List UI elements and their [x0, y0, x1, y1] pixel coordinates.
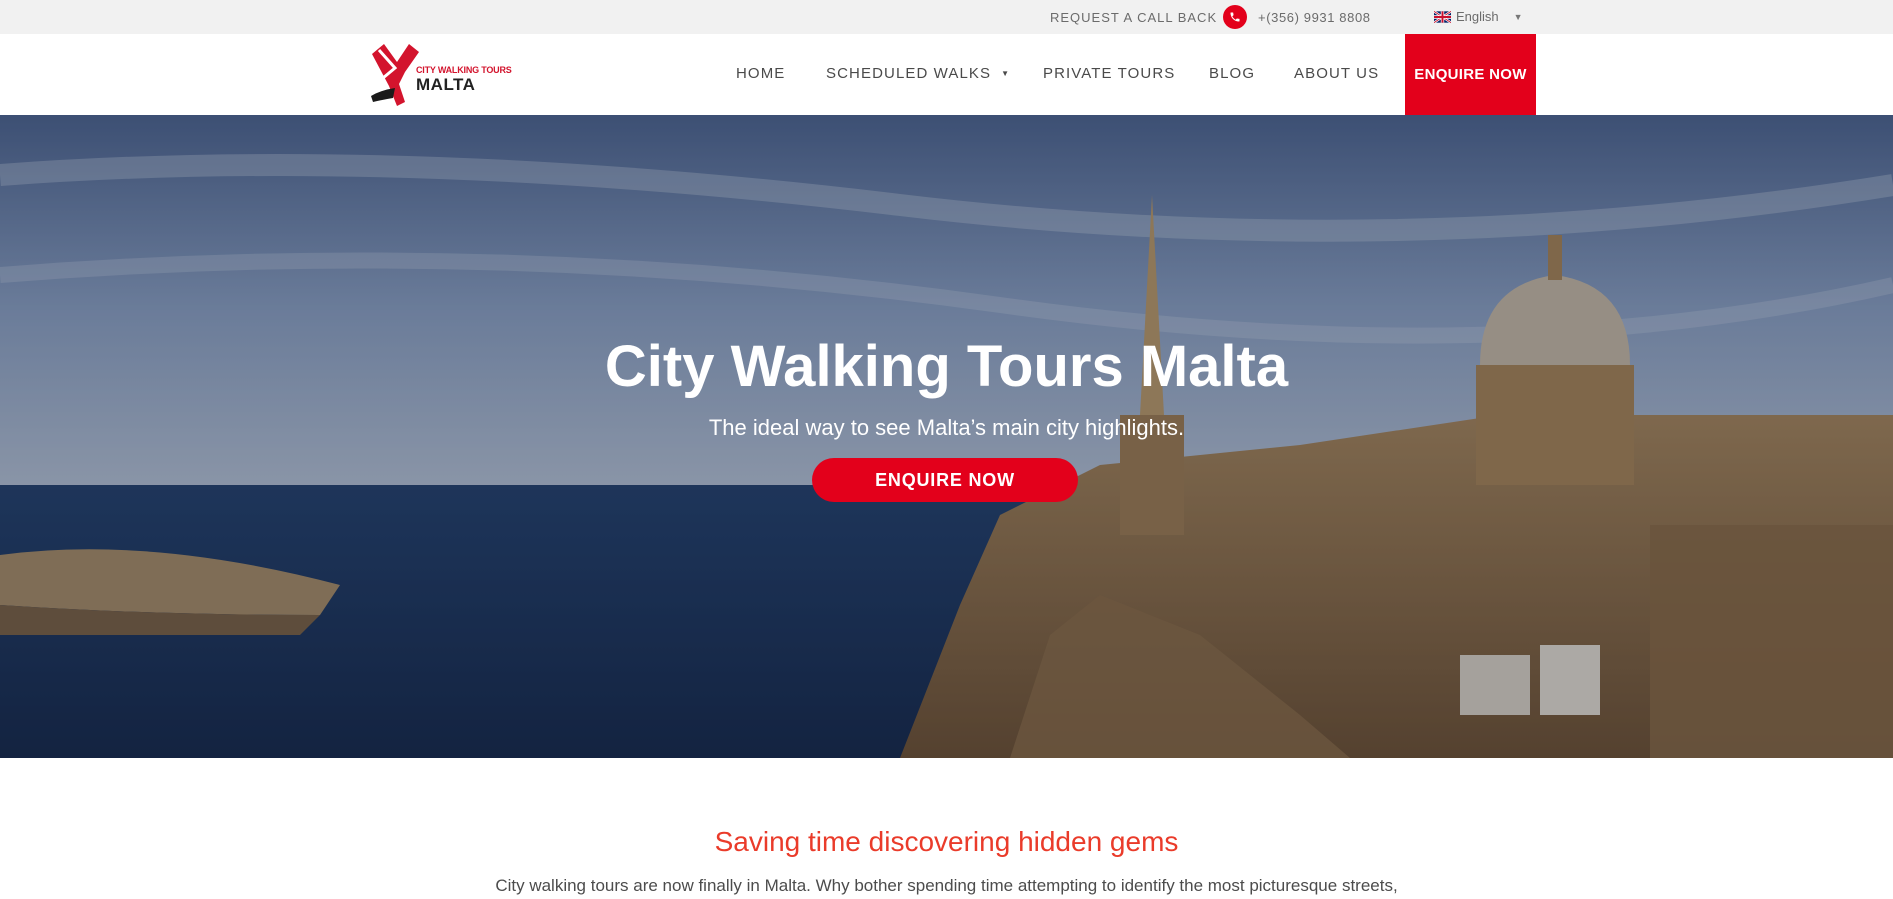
site-logo[interactable]: CITY WALKING TOURS MALTA	[369, 40, 512, 110]
nav-private-tours[interactable]: PRIVATE TOURS	[1043, 65, 1175, 82]
logo-name: MALTA	[416, 75, 476, 94]
hero-banner: City Walking Tours Malta The ideal way t…	[0, 115, 1893, 758]
phone-number-link[interactable]: +(356) 9931 8808	[1258, 10, 1371, 25]
request-callback-link[interactable]: REQUEST A CALL BACK	[1050, 10, 1217, 25]
chevron-down-icon: ▼	[1513, 11, 1523, 22]
language-label: English	[1456, 9, 1499, 24]
uk-flag-icon	[1434, 10, 1451, 23]
chevron-down-icon: ▼	[1001, 69, 1011, 78]
top-bar: REQUEST A CALL BACK +(356) 9931 8808 Eng…	[0, 0, 1893, 34]
language-selector[interactable]: English ▼	[1434, 9, 1523, 24]
nav-scheduled-walks[interactable]: SCHEDULED WALKS ▼	[826, 65, 1010, 82]
nav-blog[interactable]: BLOG	[1209, 65, 1255, 82]
logo-tagline: CITY WALKING TOURS	[416, 65, 512, 75]
hero-title: City Walking Tours Malta	[604, 334, 1289, 399]
nav-about-us[interactable]: ABOUT US	[1294, 65, 1379, 82]
main-header: CITY WALKING TOURS MALTA HOME SCHEDULED …	[0, 34, 1893, 115]
nav-scheduled-walks-label: SCHEDULED WALKS	[826, 65, 992, 82]
phone-icon[interactable]	[1223, 5, 1247, 29]
intro-paragraph: City walking tours are now finally in Ma…	[495, 876, 1398, 895]
nav-home[interactable]: HOME	[736, 65, 785, 82]
enquire-now-nav-button[interactable]: ENQUIRE NOW	[1405, 34, 1536, 115]
enquire-now-hero-button[interactable]: ENQUIRE NOW	[812, 458, 1078, 502]
hero-subtitle: The ideal way to see Malta’s main city h…	[708, 415, 1185, 440]
intro-heading: Saving time discovering hidden gems	[714, 826, 1179, 857]
